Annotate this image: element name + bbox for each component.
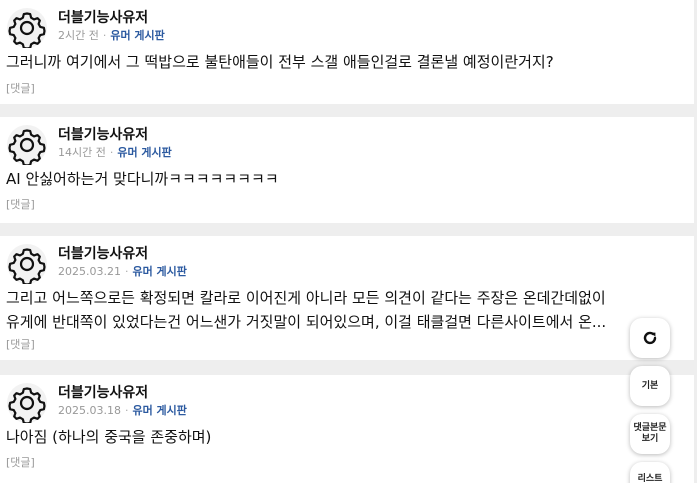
default-view-label: 기본 bbox=[641, 380, 659, 391]
post-card[interactable]: 더블기능사유저 2025.03.21 · 유머 게시판 그리고 어느쪽으로든 확정되… bbox=[0, 236, 694, 360]
meta-separator: · bbox=[102, 29, 107, 42]
gear-avatar-icon[interactable] bbox=[7, 8, 47, 48]
board-link[interactable]: 유머 게시판 bbox=[132, 404, 186, 417]
comment-body-view-button[interactable]: 댓글본문 보기 bbox=[630, 414, 670, 454]
comment-body-view-label: 댓글본문 보기 bbox=[633, 423, 667, 444]
post-header: 더블기능사유저 2025.03.21 · 유머 게시판 bbox=[7, 244, 187, 284]
board-link[interactable]: 유머 게시판 bbox=[132, 265, 186, 278]
post-header: 더블기능사유저 2시간 전 · 유머 게시판 bbox=[7, 8, 165, 48]
post-meta: 2025.03.21 · 유머 게시판 bbox=[58, 265, 187, 279]
author-block: 더블기능사유저 2시간 전 · 유머 게시판 bbox=[58, 10, 165, 43]
reply-link[interactable]: [댓글] bbox=[6, 456, 35, 470]
author-name[interactable]: 더블기능사유저 bbox=[58, 385, 187, 402]
post-time: 14시간 전 bbox=[58, 146, 106, 159]
post-time: 2025.03.21 bbox=[58, 265, 121, 278]
comment-feed: 더블기능사유저 2시간 전 · 유머 게시판 그러니까 여기에서 그 떡밥으로 불탄… bbox=[0, 0, 697, 483]
post-meta: 14시간 전 · 유머 게시판 bbox=[58, 146, 172, 160]
post-header: 더블기능사유저 14시간 전 · 유머 게시판 bbox=[7, 125, 172, 165]
reply-link[interactable]: [댓글] bbox=[6, 82, 35, 96]
meta-separator: · bbox=[124, 404, 129, 417]
default-view-button[interactable]: 기본 bbox=[630, 366, 670, 406]
board-link[interactable]: 유머 게시판 bbox=[117, 146, 171, 159]
meta-separator: · bbox=[124, 265, 129, 278]
list-view-label: 리스트 bbox=[637, 474, 663, 483]
post-header: 더블기능사유저 2025.03.18 · 유머 게시판 bbox=[7, 383, 187, 423]
post-card[interactable]: 더블기능사유저 14시간 전 · 유머 게시판 AI 안싫어하는거 맞다니까ㅋㅋㅋㅋ… bbox=[0, 117, 694, 223]
post-body[interactable]: 나아짐 (하나의 중국을 존중하며) bbox=[6, 425, 618, 449]
post-meta: 2025.03.18 · 유머 게시판 bbox=[58, 404, 187, 418]
post-body[interactable]: AI 안싫어하는거 맞다니까ㅋㅋㅋㅋㅋㅋㅋㅋ bbox=[6, 167, 688, 191]
author-name[interactable]: 더블기능사유저 bbox=[58, 246, 187, 263]
author-block: 더블기능사유저 2025.03.18 · 유머 게시판 bbox=[58, 385, 187, 418]
post-body[interactable]: 그리고 어느쪽으로든 확정되면 칼라로 이어진게 아니라 모든 의견이 같다는 … bbox=[6, 286, 618, 334]
author-name[interactable]: 더블기능사유저 bbox=[58, 127, 172, 144]
reply-link[interactable]: [댓글] bbox=[6, 338, 35, 352]
meta-separator: · bbox=[109, 146, 114, 159]
author-block: 더블기능사유저 2025.03.21 · 유머 게시판 bbox=[58, 246, 187, 279]
author-block: 더블기능사유저 14시간 전 · 유머 게시판 bbox=[58, 127, 172, 160]
refresh-button[interactable] bbox=[630, 318, 670, 358]
gear-avatar-icon[interactable] bbox=[7, 244, 47, 284]
list-view-button[interactable]: 리스트 bbox=[630, 462, 670, 483]
gear-avatar-icon[interactable] bbox=[7, 383, 47, 423]
gear-avatar-icon[interactable] bbox=[7, 125, 47, 165]
post-card[interactable]: 더블기능사유저 2025.03.18 · 유머 게시판 나아짐 (하나의 중국을 존… bbox=[0, 375, 694, 483]
author-name[interactable]: 더블기능사유저 bbox=[58, 10, 165, 27]
refresh-icon bbox=[643, 331, 657, 345]
post-time: 2시간 전 bbox=[58, 29, 99, 42]
post-body[interactable]: 그러니까 여기에서 그 떡밥으로 불탄애들이 전부 스갤 애들인걸로 결론낼 예… bbox=[6, 50, 688, 74]
reply-link[interactable]: [댓글] bbox=[6, 198, 35, 212]
post-time: 2025.03.18 bbox=[58, 404, 121, 417]
post-card[interactable]: 더블기능사유저 2시간 전 · 유머 게시판 그러니까 여기에서 그 떡밥으로 불탄… bbox=[0, 0, 694, 104]
board-link[interactable]: 유머 게시판 bbox=[110, 29, 164, 42]
post-meta: 2시간 전 · 유머 게시판 bbox=[58, 29, 165, 43]
